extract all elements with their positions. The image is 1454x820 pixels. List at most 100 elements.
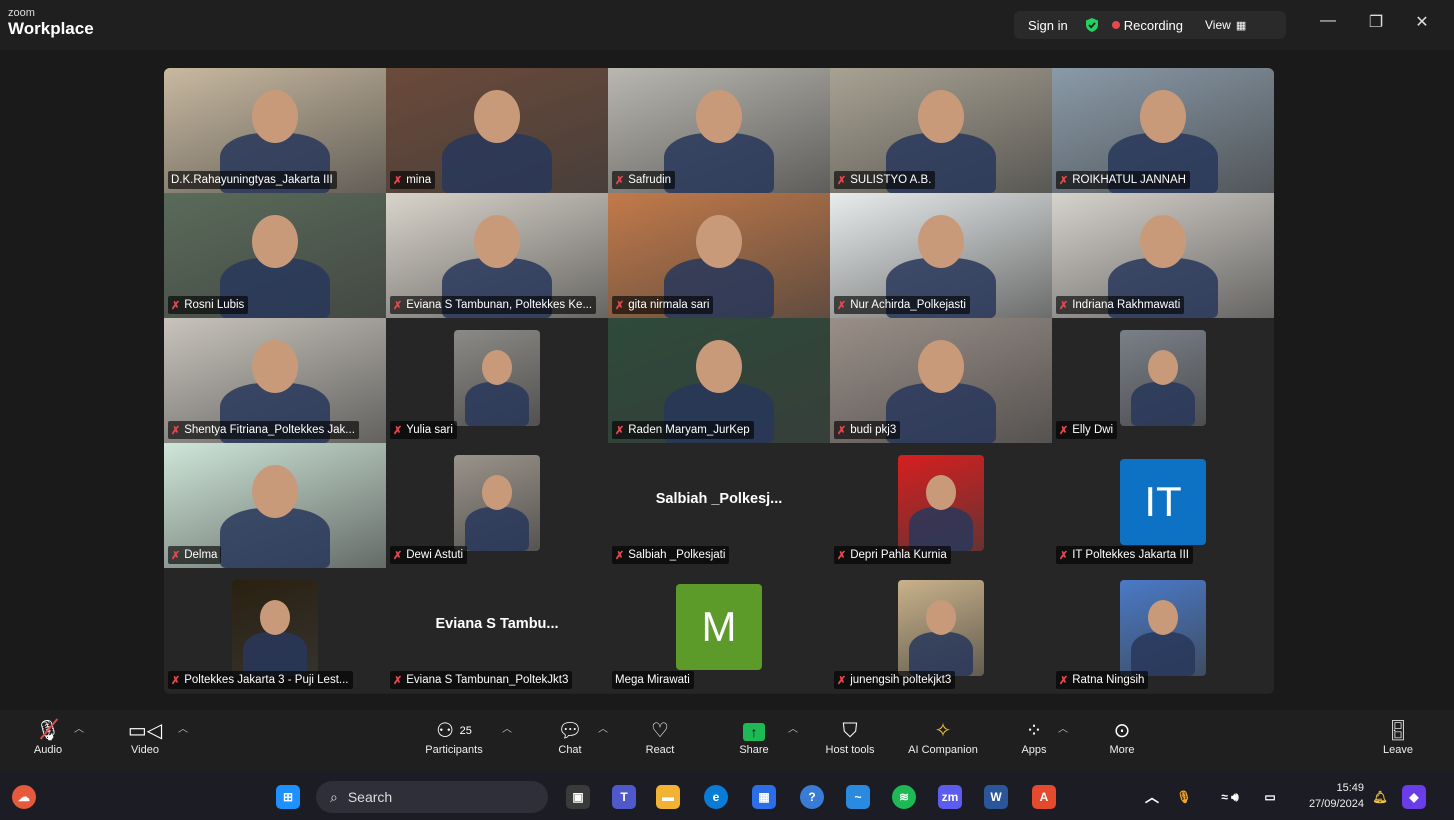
participant-name: Ratna Ningsih	[1072, 674, 1145, 686]
help-icon[interactable]: ?	[800, 785, 824, 809]
muted-mic-icon: ✗	[837, 549, 847, 562]
participant-display-name: Eviana S Tambu...	[435, 616, 559, 632]
muted-mic-icon: ✗	[393, 424, 403, 437]
participant-tile[interactable]: ✗ Rosni Lubis	[164, 193, 386, 318]
copilot-icon[interactable]: ◆	[1402, 785, 1426, 809]
participant-name: Indriana Rakhmawati	[1072, 299, 1181, 311]
participant-tile[interactable]: Salbiah _Polkesj... ✗ Salbiah _Polkesjati	[608, 443, 830, 568]
recording-label[interactable]: Recording	[1124, 18, 1183, 33]
sign-in-link[interactable]: Sign in	[1028, 18, 1068, 33]
share-button[interactable]: ↑ Share	[734, 718, 774, 756]
spotify-icon[interactable]: ≋	[892, 785, 916, 809]
close-icon[interactable]: ✕	[1410, 12, 1434, 32]
share-icon: ↑	[734, 718, 774, 744]
chat-label: Chat	[558, 744, 582, 756]
host-tools-label: Host tools	[825, 744, 875, 756]
file-explorer-icon[interactable]: ▬	[656, 785, 680, 809]
zoom-taskbar-icon[interactable]: zm	[938, 785, 962, 809]
participant-name: junengsih poltekjkt3	[850, 674, 952, 686]
participant-tile[interactable]: ✗ Elly Dwi	[1052, 318, 1274, 443]
apps-button[interactable]: ⁘ Apps	[1016, 718, 1052, 756]
minimize-icon[interactable]: —	[1316, 12, 1340, 30]
network-volume-icon[interactable]: ≈ 🔊︎	[1204, 785, 1256, 809]
video-label: Video	[131, 744, 159, 756]
participant-name: Salbiah _Polkesjati	[628, 549, 726, 561]
participant-tile[interactable]: ✗ Depri Pahla Kurnia	[830, 443, 1052, 568]
video-button[interactable]: ▭◁ Video	[125, 718, 165, 756]
participant-tile[interactable]: ✗ Delma	[164, 443, 386, 568]
video-feed	[454, 330, 540, 426]
leave-button[interactable]: 🚪︎ Leave	[1378, 718, 1418, 756]
muted-mic-icon: ✗	[393, 549, 403, 562]
audio-button[interactable]: 🎙︎ Audio	[28, 718, 68, 756]
view-button[interactable]: View ▦	[1205, 18, 1246, 32]
more-button[interactable]: ⊙ More	[1104, 718, 1140, 756]
participant-nameplate: ✗ junengsih poltekjkt3	[834, 671, 956, 689]
share-options-caret[interactable]: ︿	[788, 720, 798, 735]
chat-button[interactable]: 💬︎ Chat	[552, 718, 588, 756]
weather-icon[interactable]: ☁	[12, 785, 36, 809]
tray-overflow-icon[interactable]: ︿	[1140, 785, 1164, 809]
participant-tile[interactable]: ✗ SULISTYO A.B.	[830, 68, 1052, 193]
taskbar-clock[interactable]: 15:49 27/09/2024	[1290, 780, 1364, 812]
participant-tile[interactable]: ✗ Nur Achirda_Polkejasti	[830, 193, 1052, 318]
app-icon[interactable]: ~	[846, 785, 870, 809]
person-silhouette	[252, 215, 298, 268]
participant-tile[interactable]: ✗ Eviana S Tambunan, Poltekkes Ke...	[386, 193, 608, 318]
pdf-icon[interactable]: A	[1032, 785, 1056, 809]
participant-tile[interactable]: ✗ ROIKHATUL JANNAH	[1052, 68, 1274, 193]
muted-mic-icon: ✗	[1059, 299, 1069, 312]
windows-start-icon[interactable]: ⊞	[276, 785, 300, 809]
participant-tile[interactable]: ✗ junengsih poltekjkt3	[830, 568, 1052, 693]
battery-icon[interactable]: ▭	[1258, 785, 1282, 809]
participant-tile[interactable]: ✗ Raden Maryam_JurKep	[608, 318, 830, 443]
participant-tile[interactable]: ✗ budi pkj3	[830, 318, 1052, 443]
tray-mic-icon[interactable]: 🎙︎	[1172, 785, 1196, 809]
muted-mic-icon: ✗	[1059, 549, 1069, 562]
muted-mic-icon: ✗	[837, 299, 847, 312]
gallery-view: D.K.Rahayuningtyas_Jakarta III ✗ mina ✗ Safr…	[164, 68, 1274, 694]
participant-nameplate: ✗ ROIKHATUL JANNAH	[1056, 171, 1190, 189]
participant-tile[interactable]: ✗ Dewi Astuti	[386, 443, 608, 568]
participant-tile[interactable]: ✗ mina	[386, 68, 608, 193]
video-feed	[898, 580, 984, 676]
muted-mic-icon: ✗	[171, 549, 181, 562]
taskbar-search[interactable]: ⌕ Search	[316, 781, 548, 813]
participants-button[interactable]: ⚇ 25 Participants	[418, 718, 490, 756]
participant-tile[interactable]: ✗ Shentya Fitriana_Poltekkes Jak...	[164, 318, 386, 443]
teams-icon[interactable]: T	[612, 785, 636, 809]
ai-companion-button[interactable]: ✧ AI Companion	[898, 718, 988, 756]
participant-nameplate: ✗ Poltekkes Jakarta 3 - Puji Lest...	[168, 671, 353, 689]
participant-tile[interactable]: ✗ Poltekkes Jakarta 3 - Puji Lest...	[164, 568, 386, 693]
participant-avatar: IT	[1120, 459, 1206, 545]
participant-tile[interactable]: IT ✗ IT Poltekkes Jakarta III	[1052, 443, 1274, 568]
participant-tile[interactable]: ✗ Ratna Ningsih	[1052, 568, 1274, 693]
participant-tile[interactable]: M Mega Mirawati	[608, 568, 830, 693]
muted-mic-icon: ✗	[1059, 174, 1069, 187]
apps-options-caret[interactable]: ︿	[1058, 720, 1068, 735]
host-tools-button[interactable]: ⛉ Host tools	[818, 718, 882, 756]
search-icon: ⌕	[330, 788, 338, 805]
chat-options-caret[interactable]: ︿	[598, 720, 608, 735]
person-silhouette	[252, 90, 298, 143]
participant-nameplate: ✗ Eviana S Tambunan_PoltekJkt3	[390, 671, 573, 689]
participant-tile[interactable]: ✗ Indriana Rakhmawati	[1052, 193, 1274, 318]
participants-options-caret[interactable]: ︿	[502, 720, 512, 735]
participant-tile[interactable]: Eviana S Tambu... ✗ Eviana S Tambunan_Polt…	[386, 568, 608, 693]
word-icon[interactable]: W	[984, 785, 1008, 809]
edge-icon[interactable]: e	[704, 785, 728, 809]
video-options-caret[interactable]: ︿	[178, 720, 188, 735]
logo-big-text: Workplace	[8, 19, 94, 38]
restore-icon[interactable]: ❐	[1364, 12, 1388, 32]
notification-bell-icon[interactable]: 🔔︎	[1368, 785, 1392, 809]
security-shield-icon[interactable]	[1084, 17, 1100, 33]
participant-tile[interactable]: ✗ Yulia sari	[386, 318, 608, 443]
participant-tile[interactable]: ✗ gita nirmala sari	[608, 193, 830, 318]
participant-tile[interactable]: D.K.Rahayuningtyas_Jakarta III	[164, 68, 386, 193]
audio-options-caret[interactable]: ︿	[74, 720, 84, 735]
store-icon[interactable]: ▦	[752, 785, 776, 809]
react-button[interactable]: ♡ React	[640, 718, 680, 756]
task-view-icon[interactable]: ▣	[566, 785, 590, 809]
person-silhouette	[918, 340, 964, 393]
participant-tile[interactable]: ✗ Safrudin	[608, 68, 830, 193]
